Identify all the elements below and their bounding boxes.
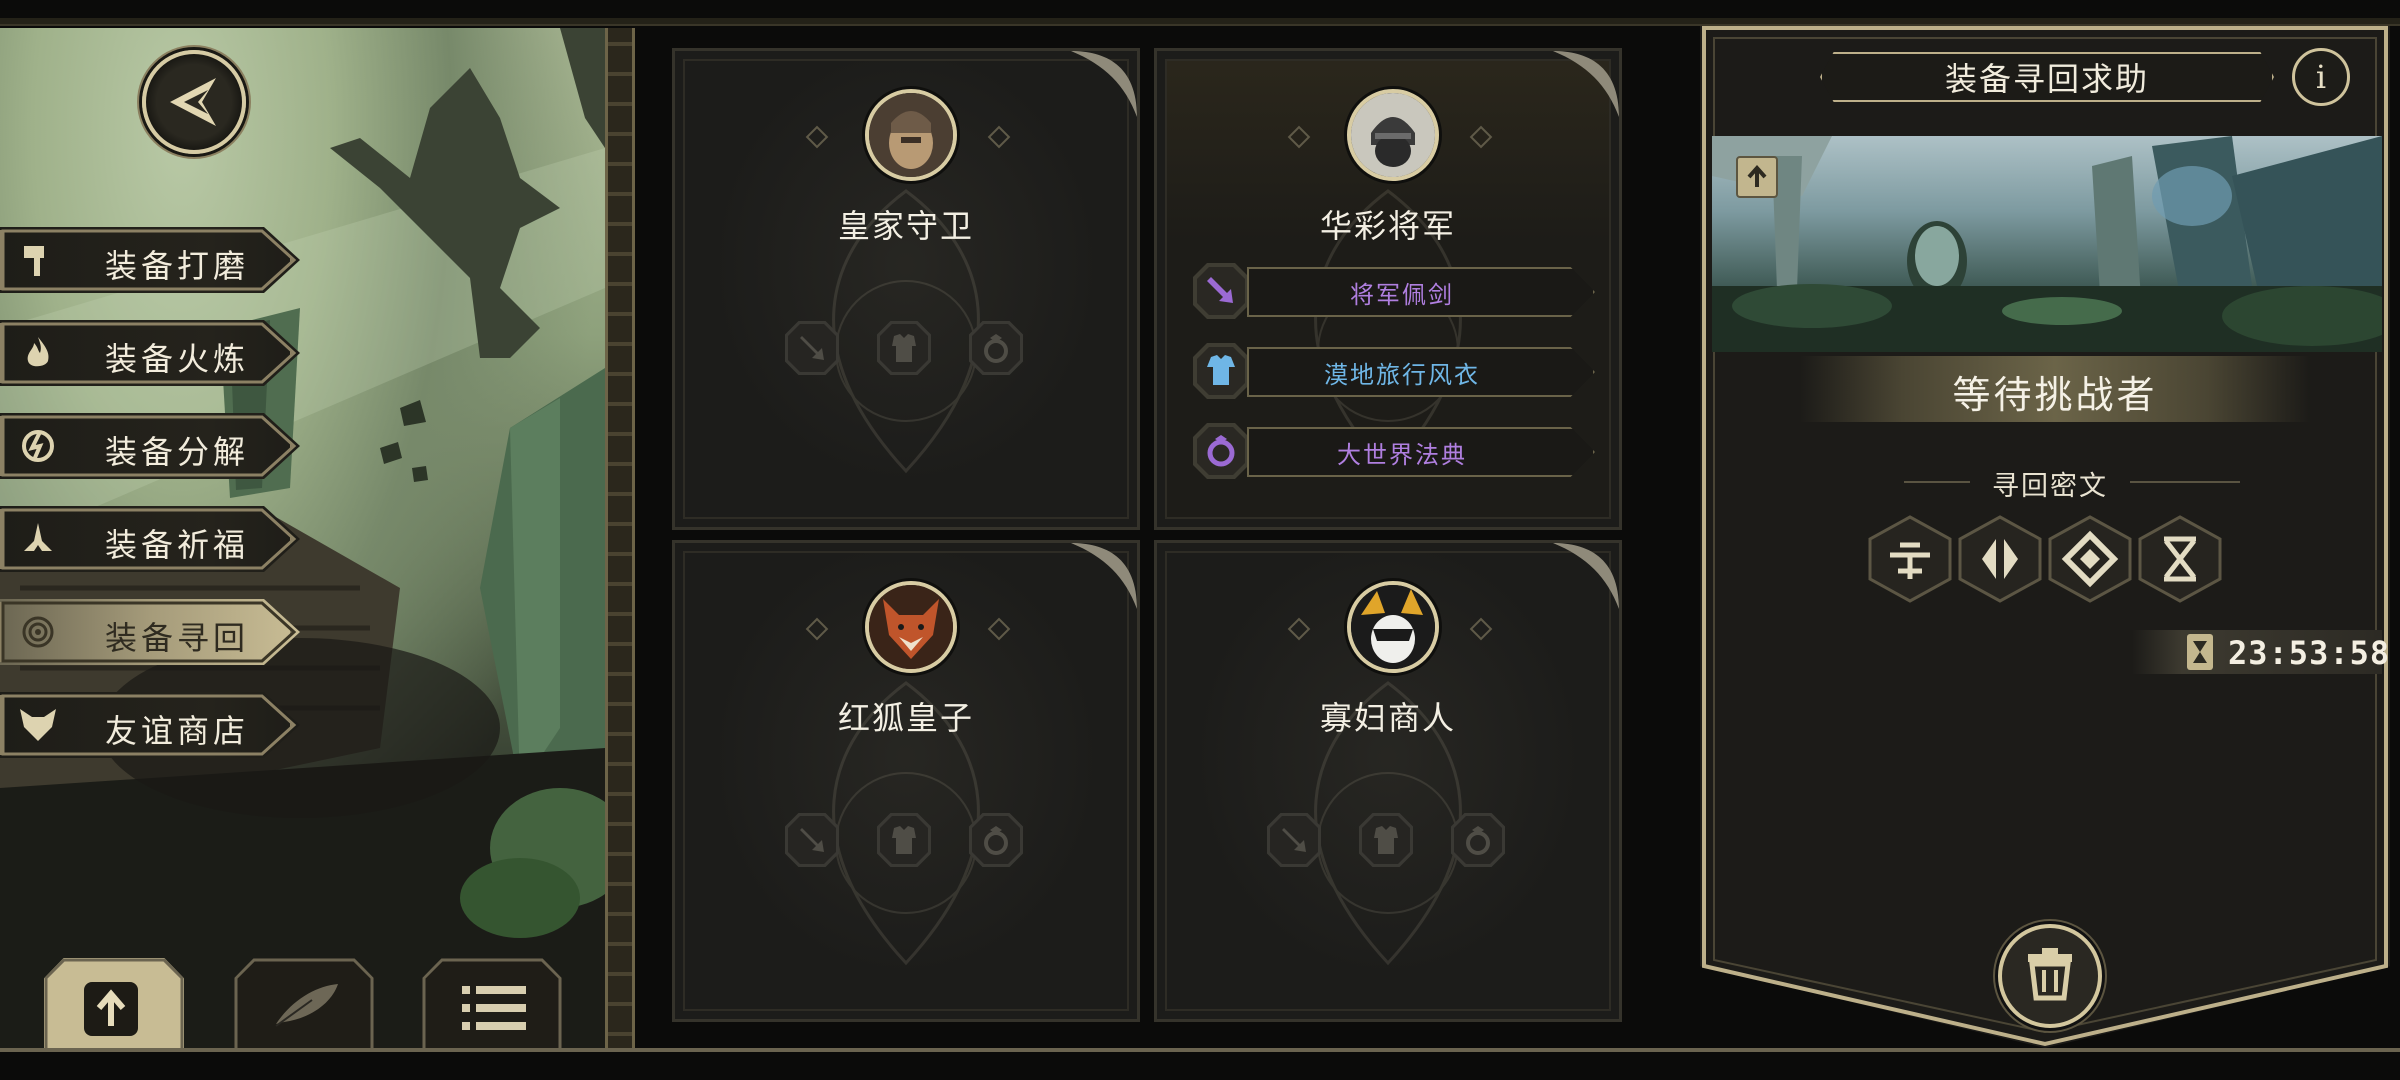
menu-item-bless[interactable]: 装备祈福	[0, 506, 300, 572]
menu-item-polish[interactable]: 装备打磨	[0, 227, 300, 293]
equipment-item[interactable]: 漠地旅行风衣	[1193, 343, 1595, 399]
royal-guard-portrait	[865, 89, 957, 181]
character-name: 华彩将军	[1319, 207, 1456, 245]
break-icon	[18, 426, 58, 466]
upload-badge[interactable]	[1736, 156, 1778, 198]
character-card[interactable]: 华彩将军 将军佩剑 漠地旅行风衣 大世界法典	[1154, 48, 1622, 530]
rune-4-icon[interactable]	[2136, 515, 2224, 603]
sword-icon	[1193, 263, 1249, 319]
equipment-slots	[1267, 813, 1527, 873]
menu-label: 装备寻回	[105, 619, 250, 657]
rune-2-icon[interactable]	[1956, 515, 2044, 603]
scene-divider	[605, 28, 635, 1048]
equipment-name: 将军佩剑	[1350, 281, 1454, 309]
armor-slot[interactable]	[1359, 813, 1413, 867]
ring-icon	[1466, 826, 1490, 855]
armor-slot[interactable]	[877, 321, 931, 375]
character-name: 寡妇商人	[1319, 699, 1456, 737]
flame-icon	[18, 333, 58, 373]
ring-slot[interactable]	[969, 321, 1023, 375]
general-portrait	[1347, 89, 1439, 181]
character-card[interactable]: 红狐皇子	[672, 540, 1140, 1022]
equipment-item[interactable]: 大世界法典	[1193, 423, 1595, 479]
red-fox-portrait	[865, 581, 957, 673]
character-card[interactable]: 寡妇商人	[1154, 540, 1622, 1022]
tab-list[interactable]	[422, 958, 562, 1050]
tab-feather[interactable]	[234, 958, 374, 1050]
top-border	[0, 18, 2400, 26]
menu-label: 装备分解	[105, 433, 250, 471]
fox-icon	[18, 705, 58, 745]
menu-label: 友谊商店	[105, 712, 250, 750]
back-button[interactable]	[142, 50, 246, 154]
list-icon	[462, 986, 526, 1030]
ring-slot[interactable]	[1451, 813, 1505, 867]
spiral-icon	[18, 612, 58, 652]
character-card[interactable]: 皇家守卫	[672, 48, 1140, 530]
character-name: 皇家守卫	[837, 207, 974, 245]
upload-icon	[1747, 165, 1767, 187]
pray-icon	[18, 519, 58, 559]
weapon-slot[interactable]	[785, 321, 839, 375]
equipment-name: 大世界法典	[1337, 441, 1467, 469]
armor-icon	[892, 826, 916, 854]
armor-icon	[1193, 343, 1249, 399]
status-label: 等待挑战者	[1952, 373, 2158, 417]
feather-icon	[275, 984, 338, 1027]
ring-icon	[984, 334, 1008, 363]
ring-icon	[984, 826, 1008, 855]
sword-icon	[800, 336, 824, 360]
menu-label: 装备祈福	[105, 526, 250, 564]
armor-icon	[1374, 826, 1398, 854]
bottom-border	[0, 1048, 2400, 1052]
rune-3-icon[interactable]	[2046, 515, 2134, 603]
upload-icon	[84, 982, 138, 1036]
widow-merchant-portrait	[1347, 581, 1439, 673]
weapon-slot[interactable]	[785, 813, 839, 867]
tab-upload[interactable]	[44, 958, 184, 1050]
menu-item-shop[interactable]: 友谊商店	[0, 692, 300, 758]
menu-item-fire[interactable]: 装备火炼	[0, 320, 300, 386]
equipment-slots	[785, 813, 1045, 873]
hourglass-icon	[2187, 634, 2213, 670]
cipher-title: 寻回密文	[1992, 471, 2108, 502]
ring-icon	[1193, 423, 1249, 479]
challenge-scene	[1712, 136, 2382, 352]
ring-slot[interactable]	[969, 813, 1023, 867]
equipment-slots	[785, 321, 1045, 381]
sword-icon	[1282, 828, 1306, 852]
trash-icon	[2028, 948, 2072, 1001]
menu-item-retrieve[interactable]: 装备寻回	[0, 599, 300, 665]
info-button[interactable]: i	[2292, 48, 2350, 106]
armor-icon	[892, 334, 916, 362]
panel-title: 装备寻回求助	[1944, 60, 2149, 98]
armor-slot[interactable]	[877, 813, 931, 867]
equipment-item[interactable]: 将军佩剑	[1193, 263, 1595, 319]
menu-label: 装备火炼	[105, 340, 250, 378]
arrow-back-icon	[170, 78, 216, 126]
countdown-timer: 23:53:58	[2228, 634, 2391, 672]
menu-item-disassemble[interactable]: 装备分解	[0, 413, 300, 479]
character-name: 红狐皇子	[837, 699, 974, 737]
trash-button[interactable]	[1998, 924, 2102, 1028]
rune-1-icon[interactable]	[1866, 515, 1954, 603]
menu-label: 装备打磨	[105, 247, 250, 285]
equipment-name: 漠地旅行风衣	[1324, 361, 1480, 389]
hammer-icon	[18, 240, 58, 280]
sword-icon	[800, 828, 824, 852]
weapon-slot[interactable]	[1267, 813, 1321, 867]
